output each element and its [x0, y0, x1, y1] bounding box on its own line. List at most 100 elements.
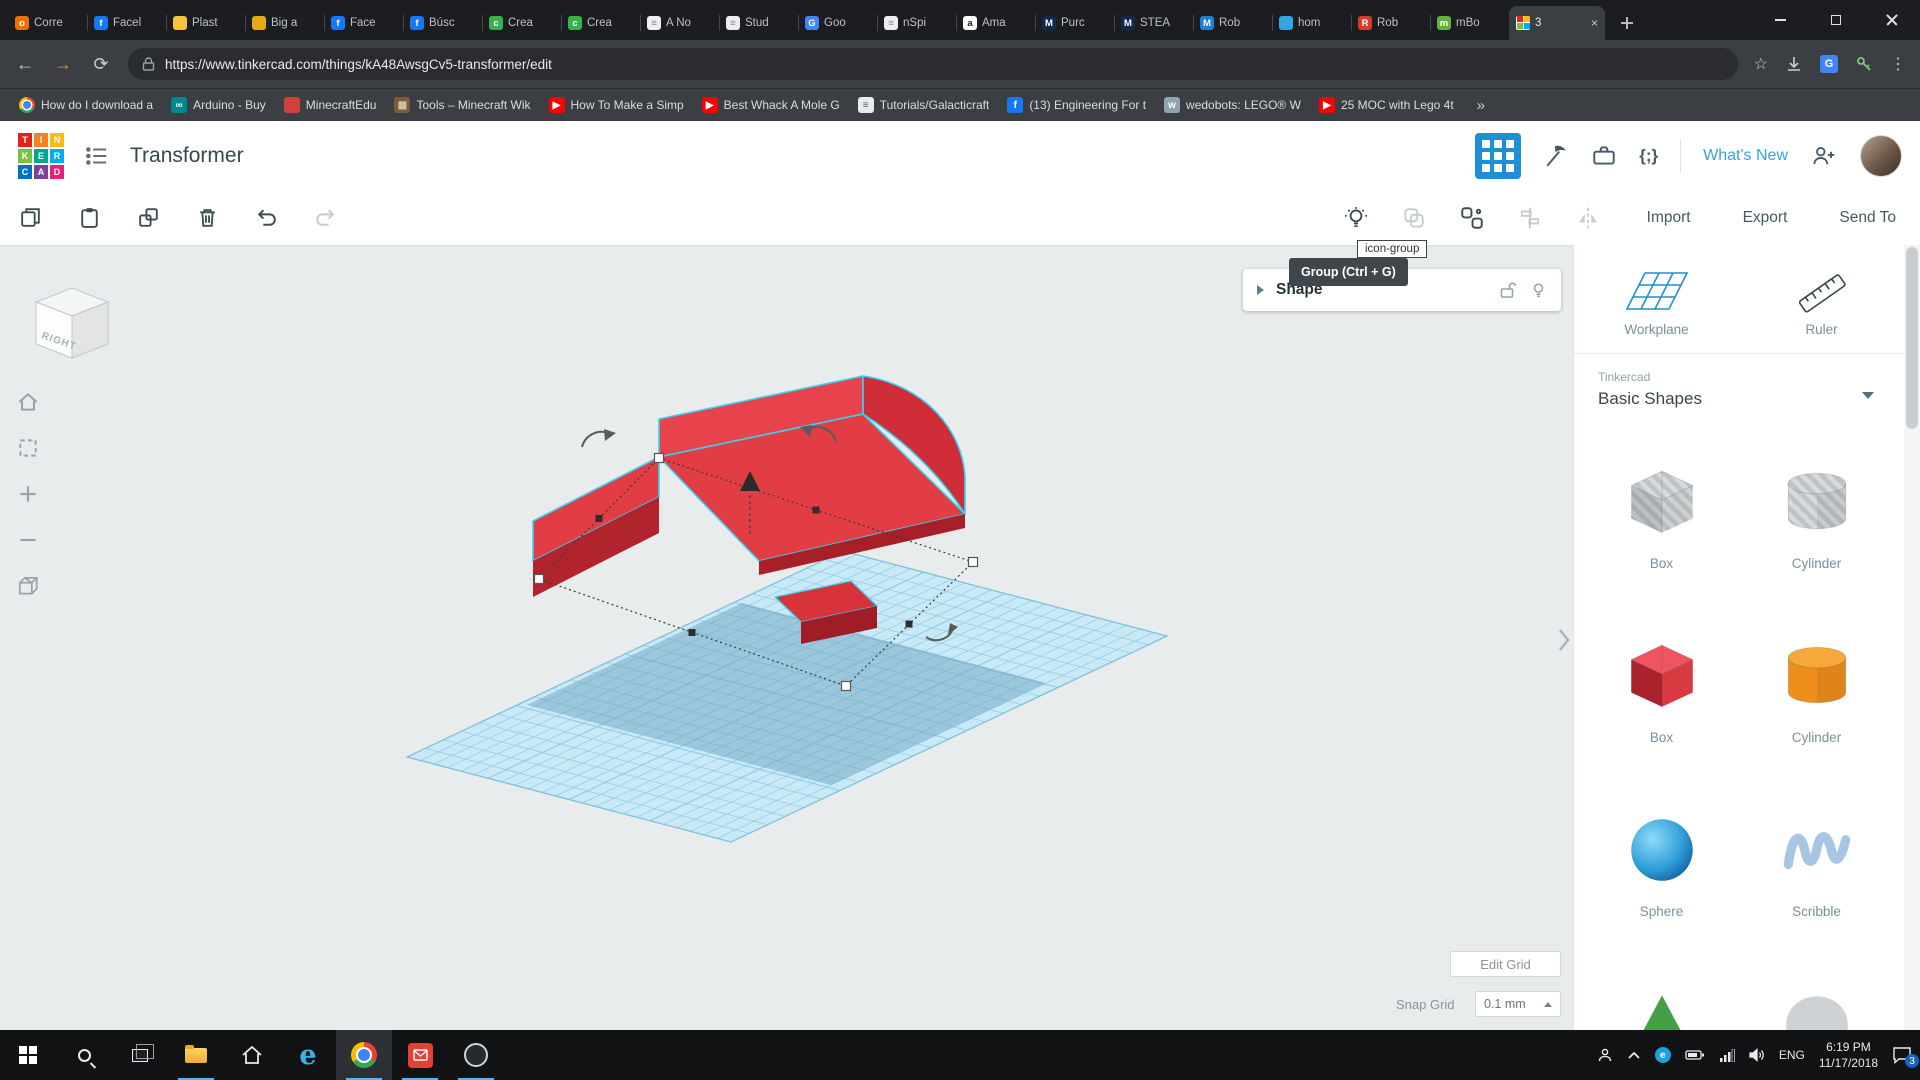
shape-gallery-item-cylinder[interactable]: Cylinder	[1739, 633, 1894, 807]
copy-button[interactable]	[18, 205, 43, 230]
tinkercad-logo[interactable]: TIN KER CAD	[18, 132, 64, 179]
scale-handle[interactable]	[840, 680, 852, 692]
bookmark-item[interactable]: ≡ Tutorials/Galacticraft	[849, 94, 999, 116]
sidebar-scrollbar[interactable]	[1904, 245, 1920, 1030]
tab-close-icon[interactable]: ×	[1591, 16, 1598, 30]
whats-new-link[interactable]: What's New	[1703, 147, 1788, 165]
group-button[interactable]	[1401, 205, 1427, 231]
fit-view-button[interactable]	[12, 436, 44, 460]
window-close-button[interactable]	[1864, 0, 1920, 40]
taskbar-search-icon[interactable]	[56, 1030, 112, 1080]
browser-tab[interactable]: 3 ×	[1509, 6, 1605, 40]
battery-icon[interactable]	[1685, 1049, 1705, 1061]
delete-button[interactable]	[195, 205, 220, 230]
ungroup-button[interactable]	[1459, 205, 1485, 231]
shape-category-dropdown[interactable]: Tinkercad Basic Shapes	[1574, 354, 1904, 419]
mail-button[interactable]	[392, 1030, 448, 1080]
duplicate-button[interactable]	[136, 205, 161, 230]
people-tray-icon[interactable]	[1597, 1047, 1613, 1063]
ruler-tool[interactable]: Ruler	[1739, 267, 1904, 337]
browser-tab[interactable]: a Ama	[956, 6, 1035, 40]
bookmark-star-icon[interactable]: ☆	[1754, 54, 1768, 74]
home-app-button[interactable]	[224, 1030, 280, 1080]
new-tab-button[interactable]	[1613, 9, 1641, 37]
codeblocks-icon[interactable]: {;}	[1639, 146, 1658, 166]
tray-e-icon[interactable]: e	[1654, 1047, 1671, 1063]
unlock-icon[interactable]	[1499, 281, 1516, 299]
home-view-button[interactable]	[12, 390, 44, 414]
edge-button[interactable]: e	[280, 1030, 336, 1080]
export-button[interactable]: Export	[1743, 209, 1788, 227]
browser-tab[interactable]: o Corre	[8, 6, 87, 40]
pickaxe-icon[interactable]	[1543, 143, 1569, 169]
bookmarks-overflow-icon[interactable]: »	[1477, 97, 1485, 114]
bookmark-item[interactable]: ∞ Arduino - Buy	[162, 94, 275, 116]
browser-tab[interactable]: Big a	[245, 6, 324, 40]
shape-gallery-item-cylinder[interactable]: Cylinder	[1739, 459, 1894, 633]
browser-tab[interactable]: R Rob	[1351, 6, 1430, 40]
download-icon[interactable]	[1786, 56, 1802, 72]
browser-tab[interactable]: f Facel	[87, 6, 166, 40]
shape-gallery-item-sphere[interactable]: Sphere	[1584, 807, 1739, 981]
bookmark-item[interactable]: ▦ Tools – Minecraft Wik	[385, 94, 539, 116]
sidebar-collapse-icon[interactable]	[1556, 626, 1572, 659]
bookmark-item[interactable]: MinecraftEdu	[275, 94, 386, 116]
reload-icon[interactable]: ⟳	[90, 54, 112, 75]
window-minimize-button[interactable]	[1752, 0, 1808, 40]
browser-tab[interactable]: c Crea	[482, 6, 561, 40]
window-maximize-button[interactable]	[1808, 0, 1864, 40]
hidden-icons-chevron[interactable]	[1627, 1050, 1641, 1060]
bookmark-item[interactable]: How do I download a	[10, 94, 162, 116]
extension-key-icon[interactable]	[1856, 56, 1872, 72]
browser-menu-icon[interactable]: ⋮	[1890, 54, 1906, 74]
shape-gallery-item[interactable]	[1584, 981, 1739, 1030]
zoom-in-button[interactable]	[12, 482, 44, 506]
browser-tab[interactable]: m mBo	[1430, 6, 1509, 40]
shape-gallery-item-box[interactable]: Box	[1584, 633, 1739, 807]
workplane-tool[interactable]: Workplane	[1574, 267, 1739, 337]
action-center-icon[interactable]: 3	[1892, 1046, 1919, 1068]
send-to-button[interactable]: Send To	[1839, 209, 1896, 227]
browser-tab[interactable]: M STEA	[1114, 6, 1193, 40]
bookmark-item[interactable]: ▶ Best Whack A Mole G	[693, 94, 849, 116]
scale-handle[interactable]	[653, 452, 665, 464]
language-indicator[interactable]: ENG	[1779, 1048, 1805, 1062]
scale-handle[interactable]	[533, 573, 545, 585]
align-button[interactable]	[1517, 205, 1543, 231]
clock[interactable]: 6:19 PM 11/17/2018	[1819, 1039, 1878, 1071]
browser-tab[interactable]: ≡ nSpi	[877, 6, 956, 40]
browser-tab[interactable]: M Rob	[1193, 6, 1272, 40]
browser-tab[interactable]: G Goo	[798, 6, 877, 40]
paste-button[interactable]	[77, 205, 102, 230]
browser-tab[interactable]: ≡ A No	[640, 6, 719, 40]
forward-icon[interactable]: →	[52, 54, 74, 75]
snap-grid-dropdown[interactable]: 0.1 mm	[1475, 991, 1561, 1017]
perspective-toggle-button[interactable]	[12, 574, 44, 598]
redo-button[interactable]	[313, 205, 338, 230]
invite-person-icon[interactable]	[1810, 143, 1838, 169]
shape-gallery-item-scribble[interactable]: Scribble	[1739, 807, 1894, 981]
panel-expand-icon[interactable]	[1257, 285, 1264, 295]
browser-tab[interactable]: M Purc	[1035, 6, 1114, 40]
file-explorer-button[interactable]	[168, 1030, 224, 1080]
browser-tab[interactable]: f Face	[324, 6, 403, 40]
network-icon[interactable]	[1719, 1048, 1735, 1062]
start-button[interactable]	[0, 1030, 56, 1080]
bookmark-item[interactable]: ▶ How To Make a Simp	[540, 94, 693, 116]
dashboard-grid-button[interactable]	[1475, 132, 1522, 179]
shape-gallery-item[interactable]	[1739, 981, 1894, 1030]
translate-icon[interactable]: G	[1820, 55, 1838, 73]
browser-tab[interactable]: hom	[1272, 6, 1351, 40]
speaker-icon[interactable]	[1749, 1048, 1765, 1062]
shape-gallery-item-box[interactable]: Box	[1584, 459, 1739, 633]
bookmark-item[interactable]: f (13) Engineering For t	[998, 94, 1155, 116]
bookmark-item[interactable]: w wedobots: LEGO® W	[1155, 94, 1310, 116]
undo-button[interactable]	[254, 205, 279, 230]
browser-tab[interactable]: f Búsc	[403, 6, 482, 40]
task-view-button[interactable]	[112, 1030, 168, 1080]
design-list-icon[interactable]	[84, 143, 110, 169]
browser-tab[interactable]: ≡ Stud	[719, 6, 798, 40]
back-icon[interactable]: ←	[14, 54, 36, 75]
edit-grid-button[interactable]: Edit Grid	[1450, 951, 1561, 977]
browser-tab[interactable]: Plast	[166, 6, 245, 40]
